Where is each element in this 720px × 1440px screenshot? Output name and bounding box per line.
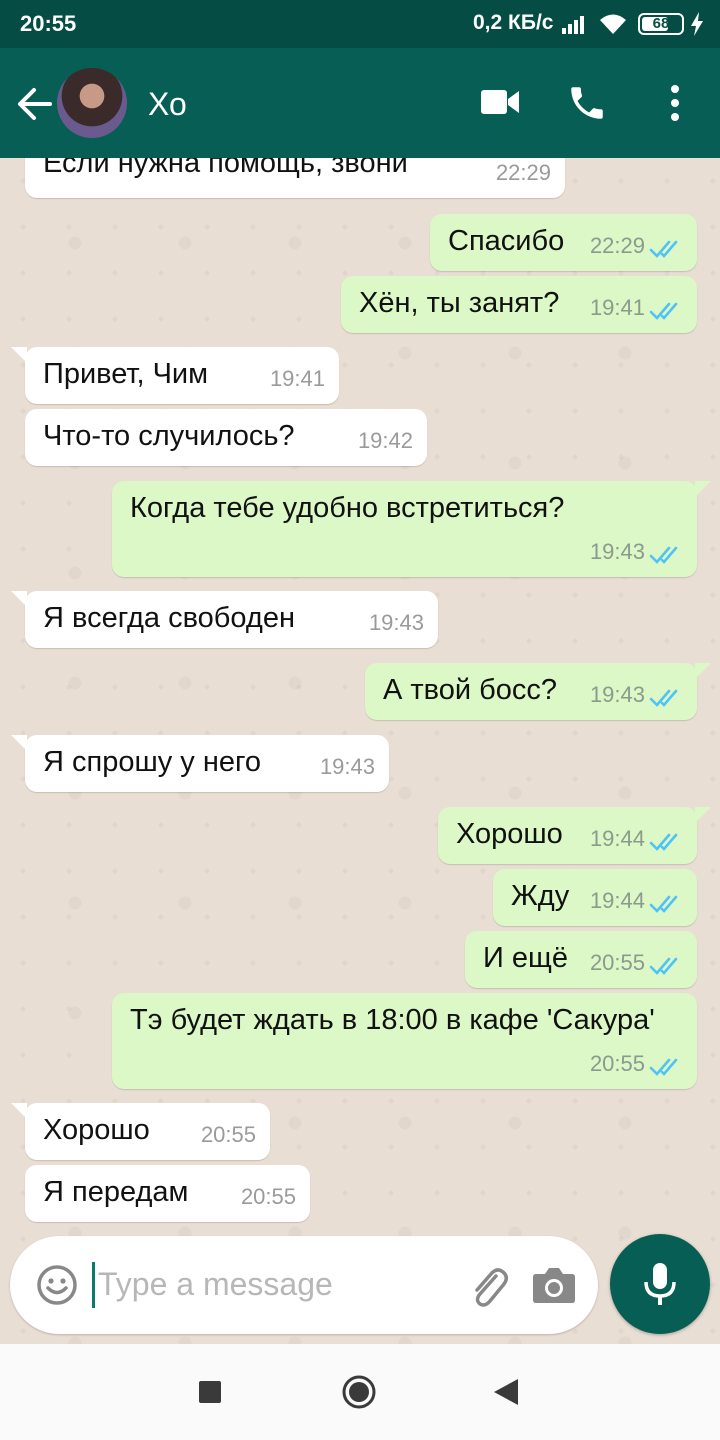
- message-time: 20:55: [200, 1122, 256, 1147]
- outgoing-message[interactable]: Спасибо 22:29: [430, 214, 697, 271]
- message-text: Хорошо: [43, 1114, 150, 1146]
- camera-icon[interactable]: [532, 1266, 576, 1304]
- message-input[interactable]: Type a message: [98, 1266, 333, 1303]
- voice-call-icon[interactable]: [566, 82, 608, 124]
- attach-icon[interactable]: [466, 1262, 510, 1308]
- battery-icon: 68: [638, 13, 684, 35]
- message-time: 19:43: [589, 539, 645, 564]
- outgoing-message[interactable]: Хён, ты занят? 19:41: [341, 276, 697, 333]
- message-text: Спасибо: [448, 225, 565, 257]
- incoming-message[interactable]: Привет, Чим 19:41: [11, 347, 339, 404]
- message-time: 20:55: [589, 1051, 645, 1076]
- signal-icon: [562, 16, 584, 34]
- network-speed: 0,2 КБ/с: [473, 11, 554, 34]
- message-text: Хён, ты занят?: [359, 287, 560, 319]
- message-time: 19:41: [269, 366, 325, 391]
- message-time: 19:43: [319, 754, 375, 779]
- message-time: 19:43: [589, 682, 645, 707]
- text-cursor: [92, 1262, 95, 1308]
- message-text: Я всегда свободен: [43, 602, 295, 634]
- message-time: 20:55: [589, 950, 645, 975]
- read-receipt-icon: [649, 302, 678, 320]
- read-receipt-icon: [649, 1058, 678, 1076]
- outgoing-message[interactable]: Тэ будет ждать в 18:00 в кафе 'Сакура' 20…: [112, 993, 697, 1089]
- contact-name[interactable]: Хо: [148, 86, 187, 123]
- message-text: Когда тебе удобно встретиться?: [130, 492, 565, 524]
- system-nav-bar: [0, 1344, 720, 1440]
- read-receipt-icon: [649, 895, 678, 913]
- message-text: И ещё: [483, 942, 569, 974]
- read-receipt-icon: [649, 957, 678, 975]
- incoming-message[interactable]: Я всегда свободен 19:43: [11, 591, 438, 648]
- incoming-message[interactable]: Хорошо 20:55: [11, 1103, 270, 1160]
- nav-back-icon[interactable]: [494, 1379, 518, 1405]
- message-text: Тэ будет ждать в 18:00 в кафе 'Сакура': [130, 1004, 655, 1036]
- message-time: 22:29: [589, 233, 645, 258]
- message-text: А твой босс?: [383, 674, 558, 706]
- read-receipt-icon: [649, 833, 678, 851]
- incoming-message[interactable]: Что-то случилось? 19:42: [25, 409, 427, 466]
- incoming-message[interactable]: Я спрошу у него 19:43: [11, 735, 389, 792]
- message-time: 19:43: [368, 610, 424, 635]
- more-options-icon[interactable]: [660, 82, 690, 124]
- message-text: Жду: [511, 880, 570, 912]
- message-text: Что-то случилось?: [43, 420, 295, 452]
- chat-header: Хо: [0, 48, 720, 158]
- mic-icon: [644, 1263, 676, 1305]
- status-bar: 20:55 0,2 КБ/с 68: [0, 0, 720, 48]
- outgoing-message[interactable]: Когда тебе удобно встретиться? 19:43: [112, 481, 711, 577]
- message-composer[interactable]: Type a message: [10, 1236, 598, 1334]
- outgoing-message[interactable]: А твой босс? 19:43: [365, 663, 711, 720]
- message-time: 20:55: [240, 1184, 296, 1209]
- message-time: 19:42: [357, 428, 413, 453]
- read-receipt-icon: [649, 689, 678, 707]
- message-text: Хорошо: [456, 818, 563, 850]
- message-list[interactable]: Если нужна помощь, звони 22:29 Спасибо 22:2…: [0, 158, 720, 1344]
- message-text: Я спрошу у него: [43, 746, 262, 778]
- message-time: 19:44: [589, 826, 645, 851]
- message-text: Я передам: [43, 1176, 189, 1208]
- incoming-message[interactable]: Я передам 20:55: [25, 1165, 310, 1222]
- message-text: Если нужна помощь, звони: [43, 158, 408, 179]
- outgoing-message[interactable]: И ещё 20:55: [465, 931, 697, 988]
- contact-avatar[interactable]: [57, 68, 127, 138]
- read-receipt-icon: [649, 546, 678, 564]
- back-arrow-icon[interactable]: [14, 84, 54, 124]
- read-receipt-icon: [649, 240, 678, 258]
- status-time: 20:55: [20, 11, 77, 36]
- battery-level: 68: [652, 15, 670, 32]
- message-time: 22:29: [495, 160, 551, 185]
- home-icon[interactable]: [342, 1375, 376, 1409]
- incoming-message[interactable]: Если нужна помощь, звони 22:29: [25, 158, 565, 198]
- outgoing-message[interactable]: Жду 19:44: [493, 869, 697, 926]
- recents-icon[interactable]: [199, 1381, 221, 1403]
- message-text: Привет, Чим: [43, 358, 209, 390]
- mic-button[interactable]: [610, 1234, 710, 1334]
- video-call-icon[interactable]: [480, 86, 520, 118]
- wifi-icon: [600, 14, 626, 34]
- emoji-icon[interactable]: [36, 1264, 78, 1306]
- outgoing-message[interactable]: Хорошо 19:44: [438, 807, 711, 864]
- message-time: 19:41: [589, 295, 645, 320]
- message-time: 19:44: [589, 888, 645, 913]
- charging-icon: [691, 12, 703, 36]
